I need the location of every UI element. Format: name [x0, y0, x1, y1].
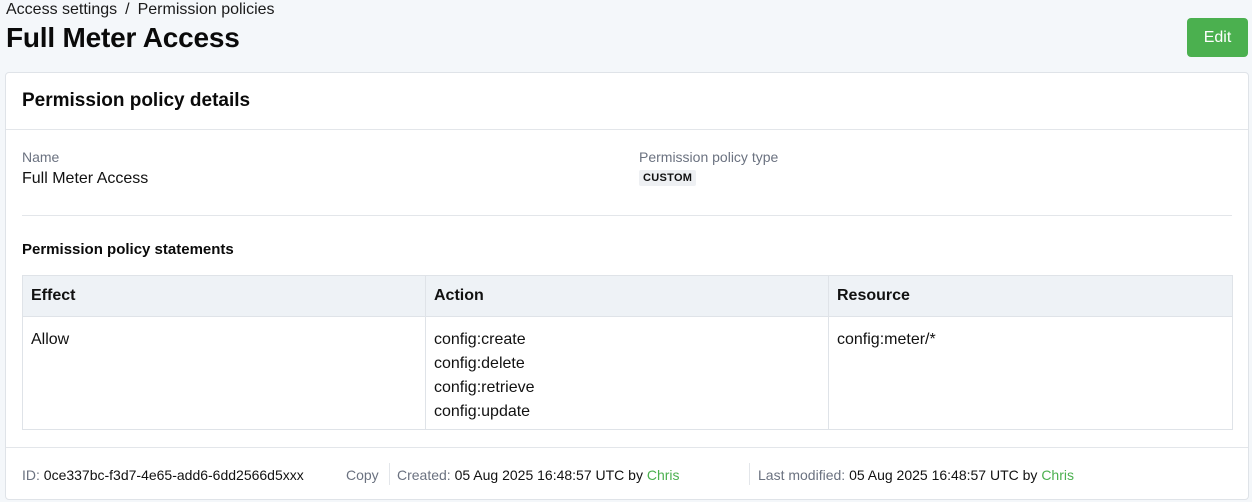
modified-info: Last modified: 05 Aug 2025 16:48:57 UTC …: [758, 467, 1074, 483]
breadcrumb-separator: /: [125, 1, 130, 18]
table-header-row: Effect Action Resource: [22, 275, 1233, 317]
modified-label: Last modified:: [758, 467, 846, 483]
footer-separator: [389, 463, 390, 485]
id-value: 0ce337bc-f3d7-4e65-add6-6dd2566d5xxx: [43, 467, 304, 483]
effect-value: Allow: [31, 331, 70, 348]
action-item: config:retrieve: [434, 379, 535, 396]
edit-button[interactable]: Edit: [1187, 18, 1248, 57]
policy-type-badge: CUSTOM: [639, 170, 697, 186]
created-info: Created: 05 Aug 2025 16:48:57 UTC by Chr…: [397, 467, 680, 483]
breadcrumb-permission-policies[interactable]: Permission policies: [138, 1, 275, 19]
policy-type-label: Permission policy type: [639, 149, 779, 165]
policy-id: ID: 0ce337bc-f3d7-4e65-add6-6dd2566d5xxx: [22, 467, 304, 483]
footer-separator: [749, 463, 750, 485]
policy-type-field: Permission policy type CUSTOM: [639, 149, 778, 186]
name-value: Full Meter Access: [22, 170, 149, 187]
table-row: Allow config:create config:delete config…: [22, 316, 1233, 430]
statements-title: Permission policy statements: [22, 241, 234, 258]
cell-action: config:create config:delete config:retri…: [425, 316, 829, 430]
header-resource: Resource: [828, 275, 1233, 317]
action-item: config:update: [434, 403, 531, 420]
action-item: config:create: [434, 331, 526, 348]
statements-table: Effect Action Resource Allow config:crea…: [22, 275, 1233, 430]
breadcrumb-access-settings[interactable]: Access settings: [6, 1, 117, 19]
header-action: Action: [425, 275, 829, 317]
divider: [22, 215, 1232, 216]
modified-value: 05 Aug 2025 16:48:57 UTC by: [849, 467, 1038, 483]
policy-details-card: Permission policy details Name Full Mete…: [5, 72, 1249, 500]
created-by-link[interactable]: Chris: [647, 467, 680, 483]
copy-id-button[interactable]: Copy: [346, 467, 379, 483]
card-footer: ID: 0ce337bc-f3d7-4e65-add6-6dd2566d5xxx…: [6, 447, 1248, 501]
action-item: config:delete: [434, 355, 525, 372]
created-value: 05 Aug 2025 16:48:57 UTC by: [454, 467, 643, 483]
header-effect: Effect: [22, 275, 426, 317]
page-title: Full Meter Access: [6, 22, 240, 53]
breadcrumb: Access settings / Permission policies: [6, 1, 275, 19]
resource-value: config:meter/*: [837, 331, 936, 348]
card-title: Permission policy details: [22, 90, 251, 111]
card-header: Permission policy details: [6, 73, 1248, 130]
cell-effect: Allow: [22, 316, 426, 430]
name-label: Name: [22, 149, 60, 165]
modified-by-link[interactable]: Chris: [1041, 467, 1074, 483]
cell-resource: config:meter/*: [828, 316, 1233, 430]
id-label: ID:: [22, 467, 40, 483]
name-field: Name Full Meter Access: [22, 149, 148, 188]
created-label: Created:: [397, 467, 451, 483]
